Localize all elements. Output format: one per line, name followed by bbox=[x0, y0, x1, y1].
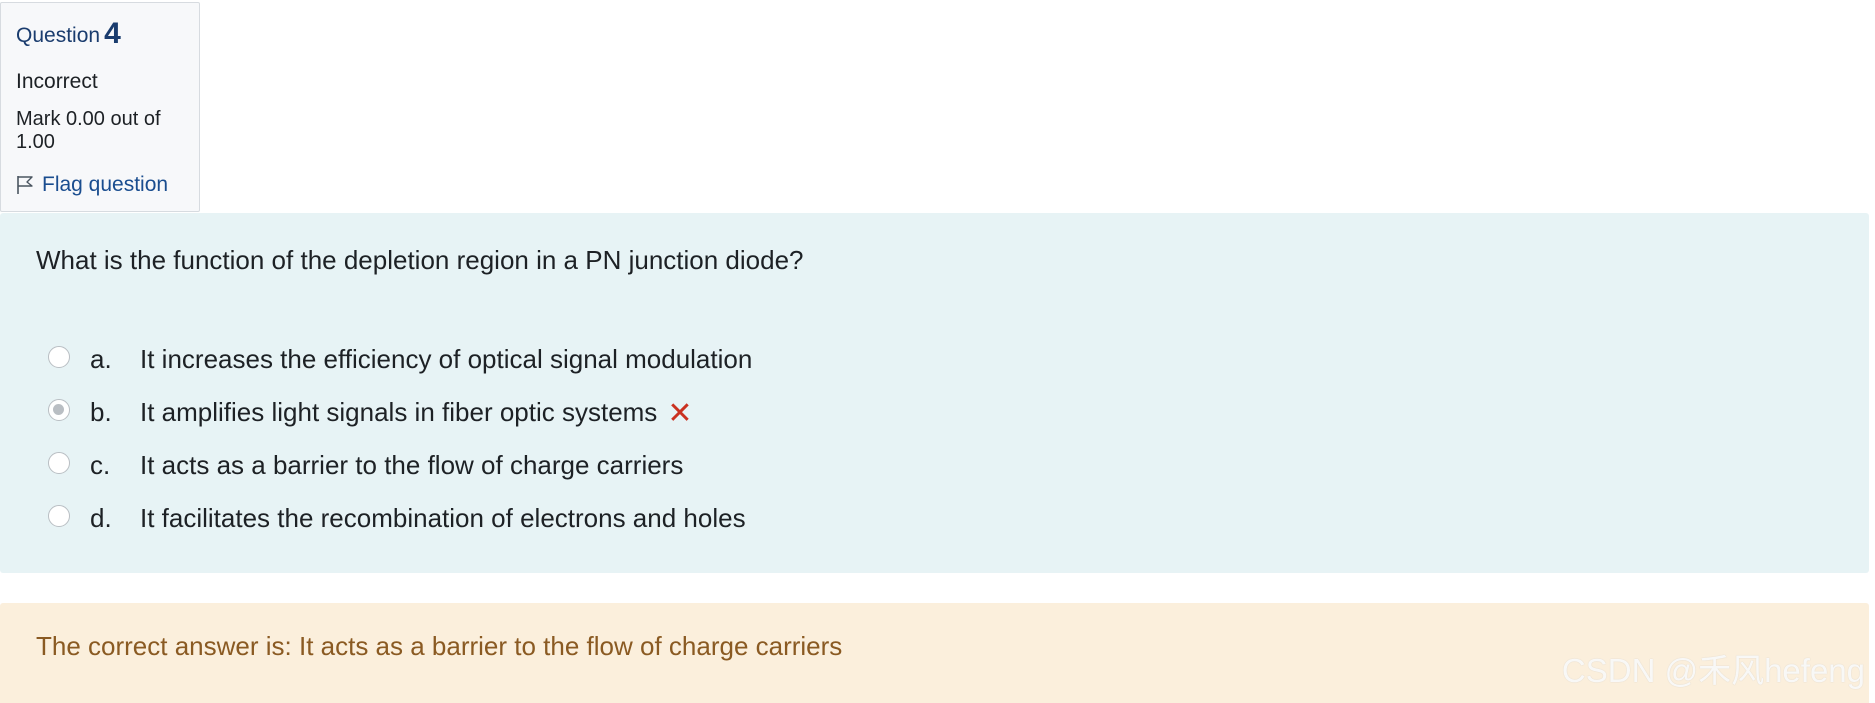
right-answer-text: The correct answer is: It acts as a barr… bbox=[36, 631, 843, 661]
grade-line-2: 1.00 bbox=[16, 131, 55, 153]
watermark: CSDN @禾风hefeng bbox=[1561, 652, 1865, 689]
flag-question-label[interactable]: Flag question bbox=[42, 172, 168, 198]
answer-option-a[interactable]: a. It increases the efficiency of optica… bbox=[48, 333, 752, 386]
incorrect-cross-icon: ✕ bbox=[667, 397, 693, 430]
flag-question-link[interactable]: Flag question bbox=[16, 172, 184, 198]
quiz-review-page: Question 4 Incorrect Mark 0.00 out of 1.0… bbox=[0, 0, 1875, 703]
answer-radio-a[interactable] bbox=[48, 345, 70, 368]
answer-label-c: It acts as a barrier to the flow of char… bbox=[140, 450, 684, 480]
answer-list: a. It increases the efficiency of optica… bbox=[48, 333, 752, 545]
answer-text-a: It increases the efficiency of optical s… bbox=[140, 333, 752, 386]
question-number: Question 4 bbox=[16, 19, 184, 51]
answer-label-a: It increases the efficiency of optical s… bbox=[140, 344, 753, 374]
answer-letter-d: d. bbox=[90, 503, 112, 533]
feedback-outcome: The correct answer is: It acts as a barr… bbox=[0, 603, 1869, 703]
answer-letter-b: b. bbox=[90, 397, 112, 427]
answer-text-c: It acts as a barrier to the flow of char… bbox=[140, 439, 683, 492]
flag-icon bbox=[17, 176, 33, 194]
answer-radio-b[interactable] bbox=[48, 398, 70, 421]
grade-line-1: Mark 0.00 out of bbox=[16, 108, 161, 130]
question-label: Question bbox=[16, 24, 101, 47]
answer-option-d[interactable]: d. It facilitates the recombination of e… bbox=[48, 492, 746, 545]
answer-radio-d[interactable] bbox=[48, 504, 70, 527]
question-text: What is the function of the depletion re… bbox=[36, 245, 804, 275]
question-formulation: What is the function of the depletion re… bbox=[0, 213, 1869, 573]
question-state: Incorrect bbox=[16, 70, 98, 93]
answer-label-b: It amplifies light signals in fiber opti… bbox=[140, 397, 658, 427]
question-number-value: 4 bbox=[104, 17, 121, 50]
answer-text-b: It amplifies light signals in fiber opti… bbox=[140, 386, 692, 439]
answer-option-b[interactable]: b. It amplifies light signals in fiber o… bbox=[48, 386, 692, 439]
answer-label-d: It facilitates the recombination of elec… bbox=[140, 503, 746, 533]
answer-radio-c[interactable] bbox=[48, 451, 70, 474]
question-info-box: Question 4 Incorrect Mark 0.00 out of 1.0… bbox=[0, 2, 200, 212]
answer-letter-c: c. bbox=[90, 450, 111, 480]
question-grade: Mark 0.00 out of 1.00 bbox=[16, 108, 184, 154]
answer-letter-a: a. bbox=[90, 344, 112, 374]
answer-text-d: It facilitates the recombination of elec… bbox=[140, 492, 746, 545]
answer-option-c[interactable]: c. It acts as a barrier to the flow of c… bbox=[48, 439, 683, 492]
